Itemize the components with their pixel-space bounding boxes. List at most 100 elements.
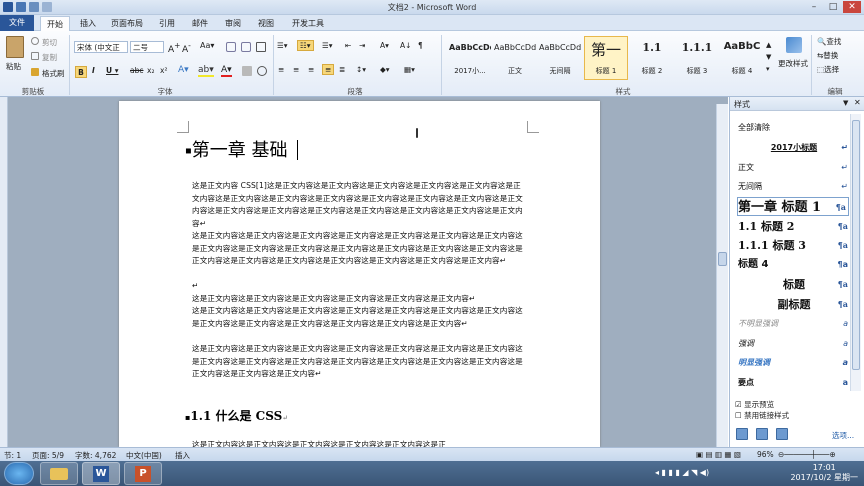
style-item[interactable]: 副标题 ¶a xyxy=(738,295,850,314)
select-button[interactable]: ⬚选择 xyxy=(817,64,839,75)
cut-button[interactable]: 剪切 xyxy=(42,37,57,48)
taskbar-word[interactable]: W xyxy=(82,462,120,485)
bullets-button[interactable]: ☰▾ xyxy=(277,41,288,50)
vertical-scrollbar[interactable] xyxy=(716,104,728,447)
chinese-layout-button[interactable]: A▾ xyxy=(380,41,389,50)
body-paragraph[interactable]: 这是正文内容这是正文内容这是正文内容这是正文内容这是正文内容这是正文内容这是正文… xyxy=(192,343,528,381)
style-heading-4[interactable]: AaBbC 标题 4 xyxy=(720,36,764,80)
style-normal[interactable]: AaBbCcDd 正文 xyxy=(493,36,537,80)
pane-close-icon[interactable]: ✕ xyxy=(854,98,861,107)
tab-insert[interactable]: 插入 xyxy=(75,16,101,31)
paste-icon[interactable] xyxy=(6,36,24,58)
scrollbar-thumb[interactable] xyxy=(718,252,727,266)
strikethrough-button[interactable]: abc xyxy=(130,66,143,75)
decrease-indent-button[interactable]: ⇤ xyxy=(345,41,351,50)
status-page[interactable]: 页面: 5/9 xyxy=(32,450,64,461)
tab-review[interactable]: 审阅 xyxy=(220,16,246,31)
increase-indent-button[interactable]: ⇥ xyxy=(359,41,365,50)
style-item[interactable]: 正文 ↵ xyxy=(738,158,850,177)
maximize-button[interactable]: □ xyxy=(824,1,842,13)
clear-format-icon[interactable] xyxy=(226,42,236,52)
justify-button[interactable]: ≡ xyxy=(322,64,335,75)
styles-gallery-more-button[interactable]: ▲ ▼ ▾ xyxy=(766,39,771,75)
heading-1[interactable]: ▪第一章 基础 xyxy=(185,136,288,162)
close-button[interactable]: ✕ xyxy=(843,1,861,13)
style-item-selected[interactable]: 第一章 标题 1 ¶a xyxy=(737,197,849,216)
superscript-button[interactable]: x² xyxy=(160,66,167,75)
styles-pane-scrollbar[interactable] xyxy=(850,114,861,391)
char-border-icon[interactable] xyxy=(256,42,266,52)
subscript-button[interactable]: x₂ xyxy=(147,66,154,75)
style-heading-1[interactable]: 第一 标题 1 xyxy=(584,36,628,80)
zoom-level[interactable]: 96% xyxy=(757,450,774,459)
scrollbar-thumb[interactable] xyxy=(852,120,860,370)
bold-button[interactable]: B xyxy=(75,66,87,78)
char-shading-icon[interactable] xyxy=(242,66,252,76)
start-orb[interactable] xyxy=(4,462,34,485)
align-left-button[interactable]: ≡ xyxy=(278,65,284,74)
shrink-font-button[interactable]: A- xyxy=(182,41,191,55)
body-paragraph[interactable]: 这是正文内容这是正文内容这是正文内容这是正文内容这是正文内容这是正文内容这是正文… xyxy=(192,305,528,330)
style-inspector-icon[interactable] xyxy=(756,428,768,440)
text-effects-button[interactable]: A▾ xyxy=(178,65,189,75)
change-case-button[interactable]: Aa▾ xyxy=(200,41,214,50)
grow-font-button[interactable]: A+ xyxy=(168,41,180,55)
disable-linked-checkbox[interactable]: ☐ 禁用链接样式 xyxy=(735,410,789,421)
change-styles-button[interactable]: 更改样式 xyxy=(778,58,808,69)
borders-button[interactable]: ▦▾ xyxy=(404,65,415,74)
options-link[interactable]: 选项... xyxy=(832,430,854,441)
style-item[interactable]: 明显强调 a xyxy=(738,353,850,372)
pane-menu-icon[interactable]: ▼ xyxy=(843,99,848,107)
show-marks-button[interactable]: ¶ xyxy=(418,41,423,50)
tab-file[interactable]: 文件 xyxy=(0,15,34,31)
style-item[interactable]: 标题 4 ¶a xyxy=(738,255,850,274)
style-item-clear-all[interactable]: 全部清除 xyxy=(738,118,850,137)
status-mode[interactable]: 插入 xyxy=(175,450,190,461)
sort-button[interactable]: A↓ xyxy=(400,41,411,50)
show-preview-checkbox[interactable]: ☑ 显示预览 xyxy=(735,399,774,410)
style-heading-2[interactable]: 1.1 标题 2 xyxy=(630,36,674,80)
tab-mailings[interactable]: 邮件 xyxy=(187,16,213,31)
body-paragraph[interactable]: 这是正文内容这是正文内容这是正文内容这是正文内容这是正文内容这是正文内容↵ xyxy=(192,293,528,306)
heading-2[interactable]: ▪1.1 什么是 CSS↵ xyxy=(185,407,288,424)
tray-icons[interactable]: ◂ ▮ ▮ ▮ ◢ ◥ ◀) xyxy=(655,468,709,477)
tab-developer[interactable]: 开发工具 xyxy=(286,16,330,31)
line-spacing-button[interactable]: ↕▾ xyxy=(356,65,366,74)
style-item[interactable]: 1.1 标题 2 ¶a xyxy=(738,217,850,236)
status-language[interactable]: 中文(中国) xyxy=(126,450,162,461)
new-style-icon[interactable] xyxy=(736,428,748,440)
style-item[interactable]: 1.1.1 标题 3 ¶a xyxy=(738,236,850,255)
document-page[interactable]: ▪第一章 基础 这是正文内容 CSS[1]这是正文内容这是正文内容这是正文内容这… xyxy=(119,101,600,449)
zoom-slider[interactable]: ⊖──────┼───⊕ xyxy=(778,450,836,459)
minimize-button[interactable]: – xyxy=(805,1,823,13)
tab-page-layout[interactable]: 页面布局 xyxy=(106,16,148,31)
status-words[interactable]: 字数: 4,762 xyxy=(75,450,116,461)
style-item[interactable]: 无间隔 ↵ xyxy=(738,177,850,196)
body-paragraph[interactable]: 这是正文内容 CSS[1]这是正文内容这是正文内容这是正文内容这是正文内容这是正… xyxy=(192,180,528,230)
manage-styles-icon[interactable] xyxy=(776,428,788,440)
style-item[interactable]: 不明显强调 a xyxy=(738,314,850,333)
taskbar-powerpoint[interactable]: P xyxy=(124,462,162,485)
status-section[interactable]: 节: 1 xyxy=(4,450,21,461)
phonetic-guide-icon[interactable] xyxy=(241,42,251,52)
align-center-button[interactable]: ≡ xyxy=(293,65,299,74)
tab-references[interactable]: 引用 xyxy=(154,16,180,31)
style-item[interactable]: 要点 a xyxy=(738,373,850,392)
style-item[interactable]: 2017小标题 ↵ xyxy=(738,138,850,157)
replace-button[interactable]: ⇆替换 xyxy=(817,50,838,61)
font-size-select[interactable]: 二号 xyxy=(130,41,164,53)
enclose-char-icon[interactable] xyxy=(257,66,267,76)
style-heading-3[interactable]: 1.1.1 标题 3 xyxy=(675,36,719,80)
distributed-button[interactable]: ≣ xyxy=(339,65,345,74)
underline-button[interactable]: U ▾ xyxy=(106,66,118,75)
paste-button[interactable]: 粘贴 xyxy=(6,61,21,72)
tab-view[interactable]: 视图 xyxy=(253,16,279,31)
copy-button[interactable]: 复制 xyxy=(42,52,57,63)
clock[interactable]: 17:01 2017/10/2 星期一 xyxy=(790,463,858,483)
font-color-button[interactable]: A▾ xyxy=(221,65,232,77)
format-painter-button[interactable]: 格式刷 xyxy=(42,68,65,79)
multilevel-list-button[interactable]: ☰▾ xyxy=(322,41,333,50)
align-right-button[interactable]: ≡ xyxy=(308,65,314,74)
shading-button[interactable]: ◆▾ xyxy=(380,65,390,74)
body-paragraph[interactable]: ↵ xyxy=(192,280,528,293)
